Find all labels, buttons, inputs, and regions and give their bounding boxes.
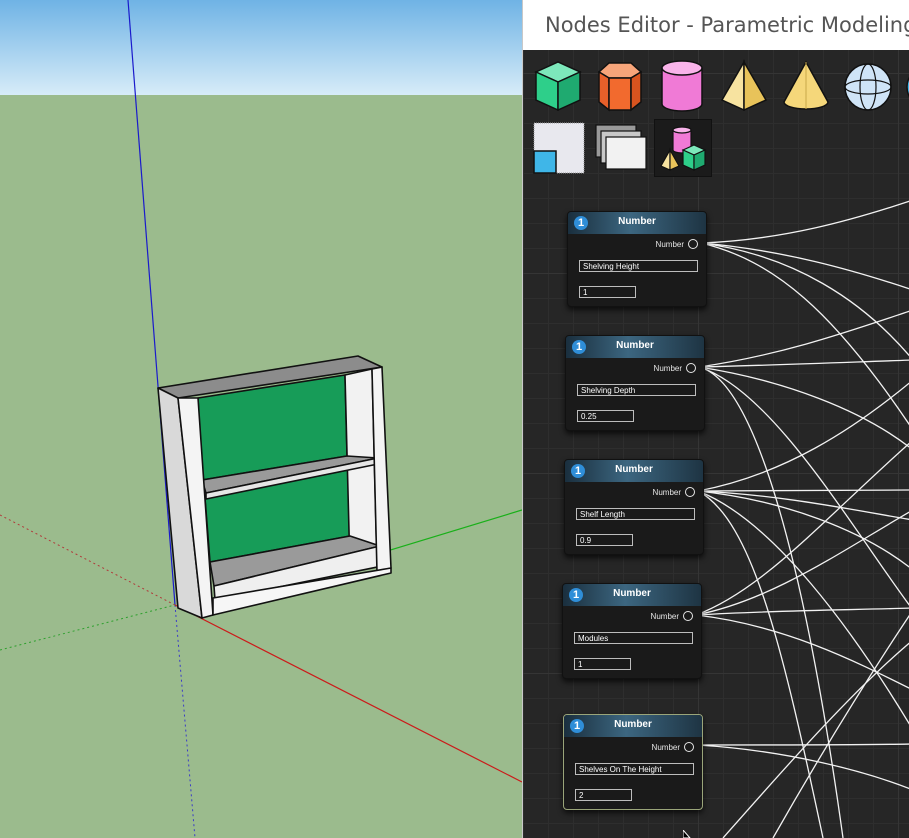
node-name-input[interactable]: Modules <box>574 632 693 644</box>
output-port[interactable] <box>688 239 698 249</box>
node-name-input[interactable]: Shelf Length <box>576 508 695 520</box>
partial-tool-icon <box>906 76 909 98</box>
node-canvas[interactable]: 1 Number Number Shelving Height 1 1 Numb… <box>523 50 909 838</box>
output-port[interactable] <box>683 611 693 621</box>
node-title: Number <box>618 216 656 227</box>
window-title: Nodes Editor - Parametric Modeling <box>545 13 909 37</box>
node-value-input[interactable]: 1 <box>574 658 631 670</box>
cylinder-tool[interactable] <box>655 58 709 114</box>
output-port-label: Number <box>650 611 679 621</box>
node-title: Number <box>613 588 651 599</box>
number-node-shelving-height[interactable]: 1 Number Number Shelving Height 1 <box>567 211 707 307</box>
node-name-input[interactable]: Shelving Height <box>579 260 698 272</box>
node-value-input[interactable]: 0.9 <box>576 534 633 546</box>
output-port[interactable] <box>686 363 696 373</box>
mouse-cursor-icon <box>683 830 691 838</box>
cube-tool[interactable] <box>531 58 585 114</box>
node-title: Number <box>616 340 654 351</box>
output-port-label: Number <box>651 742 680 752</box>
sphere-tool[interactable] <box>841 58 895 114</box>
node-header[interactable]: 1 Number <box>563 584 701 606</box>
node-name-input[interactable]: Shelving Depth <box>577 384 696 396</box>
node-header[interactable]: 1 Number <box>564 715 702 737</box>
number-node-shelving-depth[interactable]: 1 Number Number Shelving Depth 0.25 <box>565 335 705 431</box>
node-name-input[interactable]: Shelves On The Height <box>575 763 694 775</box>
number-node-shelf-length[interactable]: 1 Number Number Shelf Length 0.9 <box>564 459 704 555</box>
group-shapes-icon <box>660 126 707 171</box>
output-port[interactable] <box>685 487 695 497</box>
sky <box>0 0 522 95</box>
bookshelf-model <box>157 355 392 619</box>
rectangle-tool[interactable] <box>531 120 585 176</box>
cone-icon <box>783 60 829 110</box>
node-header[interactable]: 1 Number <box>565 460 703 482</box>
number-node-shelves-on-the-height[interactable]: 1 Number Number Shelves On The Height 2 <box>563 714 703 810</box>
cube-icon <box>534 61 582 112</box>
pyramid-icon <box>720 59 768 112</box>
rectangle-icon <box>533 122 585 174</box>
node-value-input[interactable]: 2 <box>575 789 632 801</box>
group-tool[interactable] <box>654 119 712 177</box>
layers-icon <box>595 124 647 170</box>
prism-tool[interactable] <box>593 58 647 114</box>
pyramid-tool[interactable] <box>717 58 771 114</box>
hexagonal-prism-icon <box>597 62 643 112</box>
node-value-input[interactable]: 1 <box>579 286 636 298</box>
node-header[interactable]: 1 Number <box>566 336 704 358</box>
scene-canvas[interactable] <box>0 0 522 838</box>
sphere-icon <box>844 63 892 111</box>
output-port[interactable] <box>684 742 694 752</box>
number-node-modules[interactable]: 1 Number Number Modules 1 <box>562 583 702 679</box>
3d-viewport[interactable] <box>0 0 522 838</box>
nodes-editor-window: Nodes Editor - Parametric Modeling 1 Num… <box>522 0 909 838</box>
node-header[interactable]: 1 Number <box>568 212 706 234</box>
layers-tool[interactable] <box>593 120 649 176</box>
output-port-label: Number <box>652 487 681 497</box>
node-title: Number <box>615 464 653 475</box>
output-port-label: Number <box>655 239 684 249</box>
extra-tool-partial[interactable] <box>903 58 909 114</box>
node-value-input[interactable]: 0.25 <box>577 410 634 422</box>
title-bar[interactable]: Nodes Editor - Parametric Modeling <box>523 0 909 50</box>
node-title: Number <box>614 719 652 730</box>
cylinder-icon <box>661 60 703 112</box>
cone-tool[interactable] <box>779 58 833 114</box>
output-port-label: Number <box>653 363 682 373</box>
